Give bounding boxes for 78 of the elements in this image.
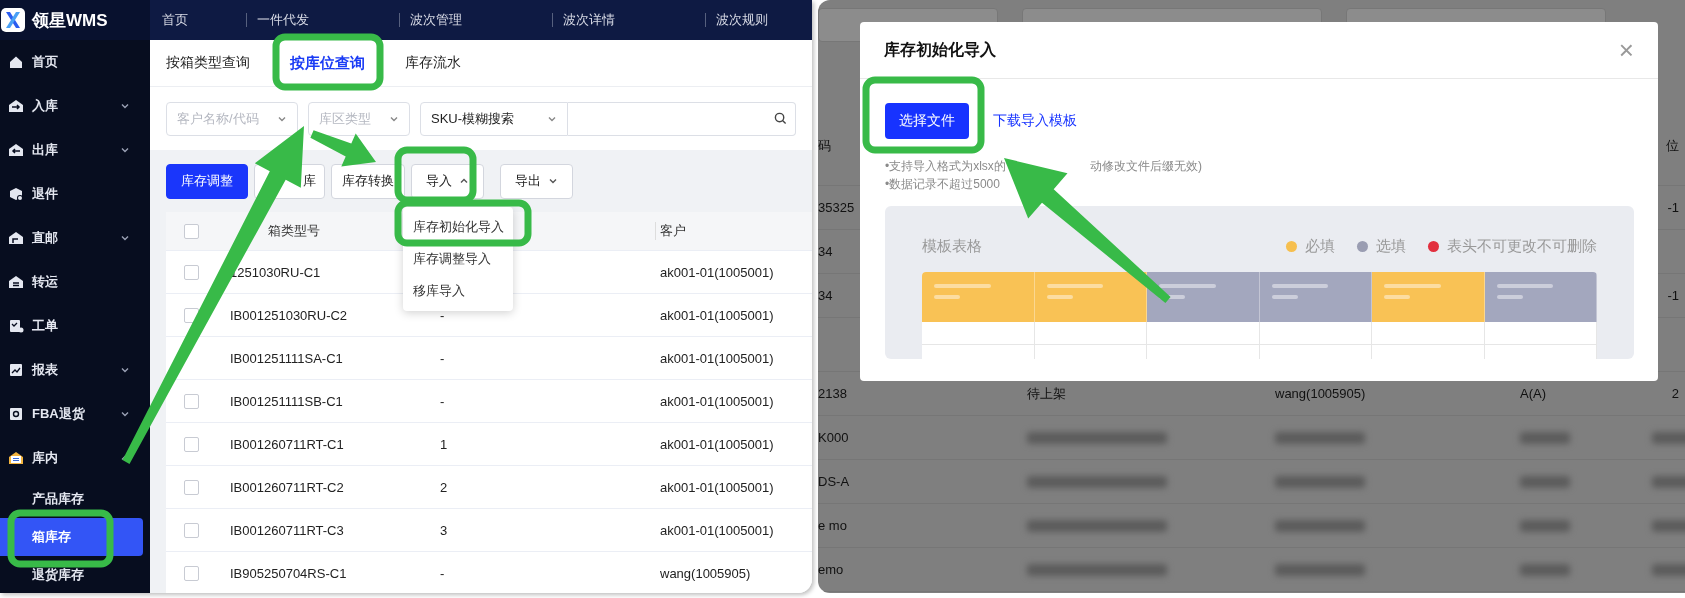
sidebar-item[interactable]: FBA退货 [32, 405, 112, 423]
table-cell-text: IB001251111SB-C1 [229, 393, 344, 409]
table-cell: emo [818, 562, 844, 577]
app-logo: 领星WMS [32, 9, 108, 32]
sidebar-item[interactable]: 入库 [32, 97, 112, 115]
table-cell-text: IB905250704RS-C1 [229, 565, 348, 581]
column-header: 码 [818, 137, 831, 155]
table-cell-text: ak001-01(1005001) [660, 307, 775, 323]
table-cell-text: 2 [1671, 386, 1680, 401]
hint-text: •支持导入格式为xlsx的 [885, 159, 1006, 173]
table-cell-text: - [439, 307, 446, 323]
table-cell: DS-A [818, 474, 850, 489]
tab[interactable]: 按箱类型查询 [166, 54, 250, 72]
table-cell-text: -1 [1667, 288, 1680, 303]
sidebar-item[interactable]: 报表 [32, 361, 112, 379]
table-cell-text: ak001-01(1005001) [660, 479, 775, 495]
table-cell-text: - [439, 350, 446, 366]
legend-label: 选填 [1376, 236, 1406, 256]
table-cell: 待上架 [1027, 384, 1066, 403]
table-cell-text: 1 [439, 436, 449, 452]
table-cell-text: ak001-01(1005001) [660, 436, 775, 452]
table-cell: 35325 [818, 200, 855, 215]
column-header: 位 [1666, 137, 1680, 155]
nav-link[interactable]: 波次规则 [705, 13, 768, 27]
choose-file-button[interactable]: 选择文件 [885, 103, 969, 139]
table-cell-text: IB001260711RT-C3 [229, 522, 345, 538]
table-cell-text: IB001260711RT-C1 [229, 436, 345, 452]
action-button[interactable]: 库存调整 [166, 163, 248, 199]
sidebar-subitem[interactable]: 退货库存 [0, 556, 143, 593]
table-cell: e mo [818, 518, 847, 533]
tab[interactable]: 按库位查询 [290, 53, 365, 73]
table-cell-text: - [439, 565, 446, 581]
sidebar-item[interactable]: 库内 [32, 449, 112, 467]
table-cell: 2138 [818, 386, 847, 401]
legend-label: 表头不可更改不可删除 [1447, 236, 1597, 256]
hint-text: 动修改文件后缀无效) [1089, 159, 1202, 173]
table-cell-text: ak001-01(1005001) [660, 264, 775, 280]
nav-link[interactable]: 波次详情 [552, 13, 705, 27]
table-cell-text: - [439, 393, 446, 409]
dialog-title: 库存初始化导入 [884, 39, 996, 60]
sidebar-item[interactable]: 退件 [32, 185, 130, 203]
menu-item[interactable]: 移库导入 [403, 275, 513, 307]
table-cell-text: 3 [439, 522, 449, 538]
table-cell-text: wang(1005905) [660, 565, 752, 581]
table-cell-text: IB001251030RU-C2 [229, 307, 349, 323]
nav-link[interactable]: 首页 [150, 13, 246, 27]
table-cell-text: ak001-01(1005001) [660, 393, 775, 409]
table-cell-text: ak001-01(1005001) [660, 522, 775, 538]
table-cell: wang(1005905) [1275, 386, 1366, 401]
sidebar-item[interactable]: 出库 [32, 141, 112, 159]
nav-link[interactable]: 波次管理 [399, 13, 552, 27]
sidebar-subitem[interactable]: 产品库存 [0, 480, 143, 518]
table-cell-text: -1 [1667, 200, 1680, 215]
download-template-link[interactable]: 下载导入模板 [993, 112, 1077, 130]
nav-link[interactable]: 一件代发 [246, 13, 399, 27]
table-cell: 34 [818, 244, 833, 259]
table-cell-text: IB001260711RT-C2 [229, 479, 345, 495]
table-cell-text: ak001-01(1005001) [660, 350, 775, 366]
sidebar-item[interactable]: 首页 [32, 53, 130, 71]
panel-title: 模板表格 [922, 236, 982, 256]
table-cell-text: IB001251111SA-C1 [229, 350, 344, 366]
table-cell: A(A) [1520, 386, 1546, 401]
table-cell: 34 [818, 288, 833, 303]
dropdown-button[interactable]: 导出 [500, 163, 573, 199]
menu-item[interactable]: 库存初始化导入 [403, 211, 513, 243]
sidebar-item[interactable]: 转运 [32, 273, 130, 291]
column-header: 客户 [655, 222, 686, 240]
sidebar-item[interactable]: 直邮 [32, 229, 112, 247]
menu-item[interactable]: 库存调整导入 [403, 243, 513, 275]
column-header: 箱类型号 [268, 222, 320, 240]
search-mode-select[interactable]: SKU-模糊搜索 [420, 101, 568, 136]
hint-text: •数据记录不超过5000 [885, 177, 1000, 191]
table-cell: K000 [818, 430, 849, 445]
legend-label: 必填 [1305, 236, 1335, 256]
sidebar-subitem[interactable]: 箱库存 [0, 518, 143, 556]
sidebar-item[interactable]: 工单 [32, 317, 130, 335]
table-cell-text: 2 [439, 479, 449, 495]
tab[interactable]: 库存流水 [405, 54, 461, 72]
